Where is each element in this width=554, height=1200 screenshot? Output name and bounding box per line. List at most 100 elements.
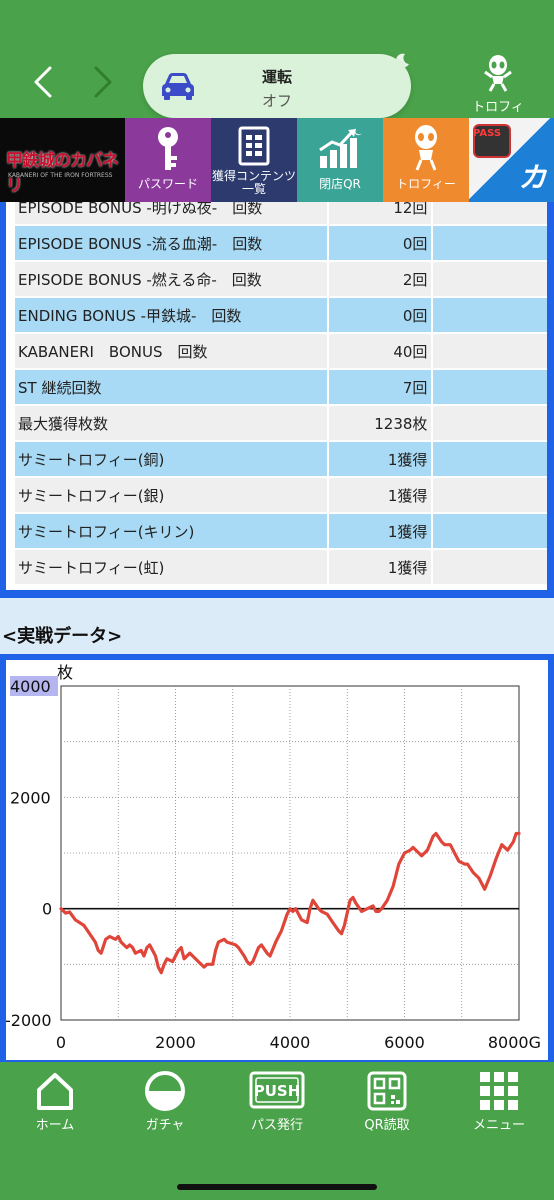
stats-row: サミートロフィー(銅) 1獲得 [15, 442, 547, 478]
x-tick-label: 4000 [270, 1033, 311, 1052]
stats-value: 1獲得 [328, 514, 432, 548]
stats-value: 1獲得 [328, 478, 432, 512]
y-tick-label: 0 [42, 900, 52, 919]
stats-label: EPISODE BONUS -燃える命- 回数 [15, 262, 327, 296]
stats-label: サミートロフィー(キリン) [15, 514, 327, 548]
stats-value: 1獲得 [328, 550, 432, 584]
nav-home-label: ホーム [35, 1118, 75, 1133]
stats-value: 1獲得 [328, 442, 432, 476]
x-tick-label: 0 [56, 1033, 66, 1052]
y-tick-label: -2000 [6, 1011, 52, 1030]
closing-qr-label: 閉店QR [319, 177, 361, 191]
drive-status: オフ [261, 92, 292, 110]
stats-row: サミートロフィー(虹) 1獲得 [15, 550, 547, 586]
top-trophy-button[interactable]: トロフィー [466, 54, 530, 134]
contents-list-label-2: 一覧 [241, 182, 266, 196]
stats-label: ST 継続回数 [15, 370, 327, 404]
home-indicator [177, 1184, 377, 1190]
logo-text: 甲鉄城のカバネリ [6, 151, 119, 196]
nav-gacha-label: ガチャ [145, 1118, 185, 1133]
contents-list-tile[interactable]: 獲得コンテンツ 一覧 [211, 118, 297, 202]
stats-label: サミートロフィー(銅) [15, 442, 327, 476]
trophy-alien-icon [415, 125, 437, 171]
stats-extra-cell [433, 406, 547, 440]
trophy-tile-label: トロフィー [396, 177, 456, 191]
x-tick-label: 8000G [488, 1033, 541, 1052]
stats-value: 40回 [328, 334, 432, 368]
section-header: <実戦データ> [0, 598, 554, 654]
pass-tile[interactable]: PASS カチ [469, 118, 554, 202]
y-tick-label: 2000 [10, 788, 51, 807]
nav-menu[interactable]: メニュー [449, 1070, 549, 1133]
stats-value: 2回 [328, 262, 432, 296]
performance-chart: 枚400020000-20000 2000 4000 6000 8000G [6, 663, 541, 1052]
stats-value: 1238枚 [328, 406, 432, 440]
stats-value: 0回 [328, 298, 432, 332]
drive-mode-toggle[interactable]: 運転 オフ [143, 54, 411, 118]
trophy-tile[interactable]: トロフィー [383, 118, 469, 202]
menu-grid-icon [480, 1072, 518, 1110]
nav-qr-scan-label: QR読取 [364, 1118, 410, 1133]
game-logo[interactable]: 甲鉄城のカバネリ KABANERI OF THE IRON FORTRESS [0, 118, 125, 202]
gacha-icon [145, 1071, 185, 1111]
stats-extra-cell [433, 202, 547, 224]
stats-panel: EPISODE BONUS -明けぬ夜- 回数 12回 EPISODE BONUS … [0, 202, 554, 598]
stats-extra-cell [433, 262, 547, 296]
stats-label: EPISODE BONUS -流る血潮- 回数 [15, 226, 327, 260]
chart-area: 枚 4000 2000 0 -2000 0 2000 4000 6000 8000G [6, 660, 548, 1060]
stats-extra-cell [433, 226, 547, 260]
stats-extra-cell [433, 334, 547, 368]
chevron-left-icon [34, 66, 52, 98]
forward-button[interactable] [88, 62, 118, 102]
shortcut-banner: 甲鉄城のカバネリ KABANERI OF THE IRON FORTRESS パ… [0, 118, 554, 202]
closing-qr-tile[interactable]: 閉店QR [297, 118, 383, 202]
y-tick-label: 4000 [10, 677, 51, 696]
stats-extra-cell [433, 442, 547, 476]
key-icon [158, 127, 178, 170]
top-bar: R 運転 オフ トロフィー [0, 0, 554, 134]
stats-row: 最大獲得枚数 1238枚 [15, 406, 547, 442]
stats-label: ENDING BONUS -甲鉄城- 回数 [15, 298, 327, 332]
pass-badge-text: PASS [473, 128, 502, 139]
drive-title: 運転 [261, 68, 292, 86]
stats-label: EPISODE BONUS -明けぬ夜- 回数 [15, 202, 327, 224]
password-tile[interactable]: パスワード [125, 118, 211, 202]
qr-scan-icon [367, 1071, 407, 1111]
stats-label: KABANERI BONUS 回数 [15, 334, 327, 368]
stats-label: サミートロフィー(銀) [15, 478, 327, 512]
stats-value: 12回 [328, 202, 432, 224]
stats-extra-cell [433, 370, 547, 404]
trophy-alien-icon [484, 55, 512, 92]
back-button[interactable] [28, 62, 58, 102]
nav-menu-label: メニュー [472, 1118, 525, 1133]
logo-subtitle: KABANERI OF THE IRON FORTRESS [8, 172, 113, 179]
stats-row: サミートロフィー(キリン) 1獲得 [15, 514, 547, 550]
home-icon [37, 1073, 73, 1110]
kachi-logo: カチ [518, 161, 547, 202]
x-tick-label: 6000 [384, 1033, 425, 1052]
stats-row: EPISODE BONUS -明けぬ夜- 回数 12回 [15, 202, 547, 226]
y-axis-unit-label: 枚 [57, 663, 73, 682]
stats-value: 0回 [328, 226, 432, 260]
chart-frame: 枚 4000 2000 0 -2000 0 2000 4000 6000 8000G [0, 654, 554, 1062]
section-title: <実戦データ> [2, 626, 123, 647]
stats-label: 最大獲得枚数 [15, 406, 327, 440]
stats-label: サミートロフィー(虹) [15, 550, 327, 584]
stats-extra-cell [433, 550, 547, 584]
stats-row: ST 継続回数 7回 [15, 370, 547, 406]
stats-table: EPISODE BONUS -明けぬ夜- 回数 12回 EPISODE BONUS … [15, 202, 547, 586]
nav-home[interactable]: ホーム [5, 1070, 105, 1133]
list-icon [238, 126, 270, 166]
nav-gacha[interactable]: ガチャ [115, 1070, 215, 1133]
stats-value: 7回 [328, 370, 432, 404]
nav-qr-scan[interactable]: QR読取 [337, 1070, 437, 1133]
push-badge-text: PUSH [254, 1082, 301, 1100]
stats-extra-cell [433, 514, 547, 548]
growth-chart-icon [319, 128, 362, 168]
stats-row: サミートロフィー(銀) 1獲得 [15, 478, 547, 514]
x-tick-label: 2000 [155, 1033, 196, 1052]
bottom-nav: ホーム ガチャ PUSH パス発行 QR読取 メニュー [0, 1062, 554, 1200]
push-icon: PUSH [249, 1071, 305, 1109]
nav-pass-issue[interactable]: PUSH パス発行 [227, 1070, 327, 1133]
stats-extra-cell [433, 478, 547, 512]
